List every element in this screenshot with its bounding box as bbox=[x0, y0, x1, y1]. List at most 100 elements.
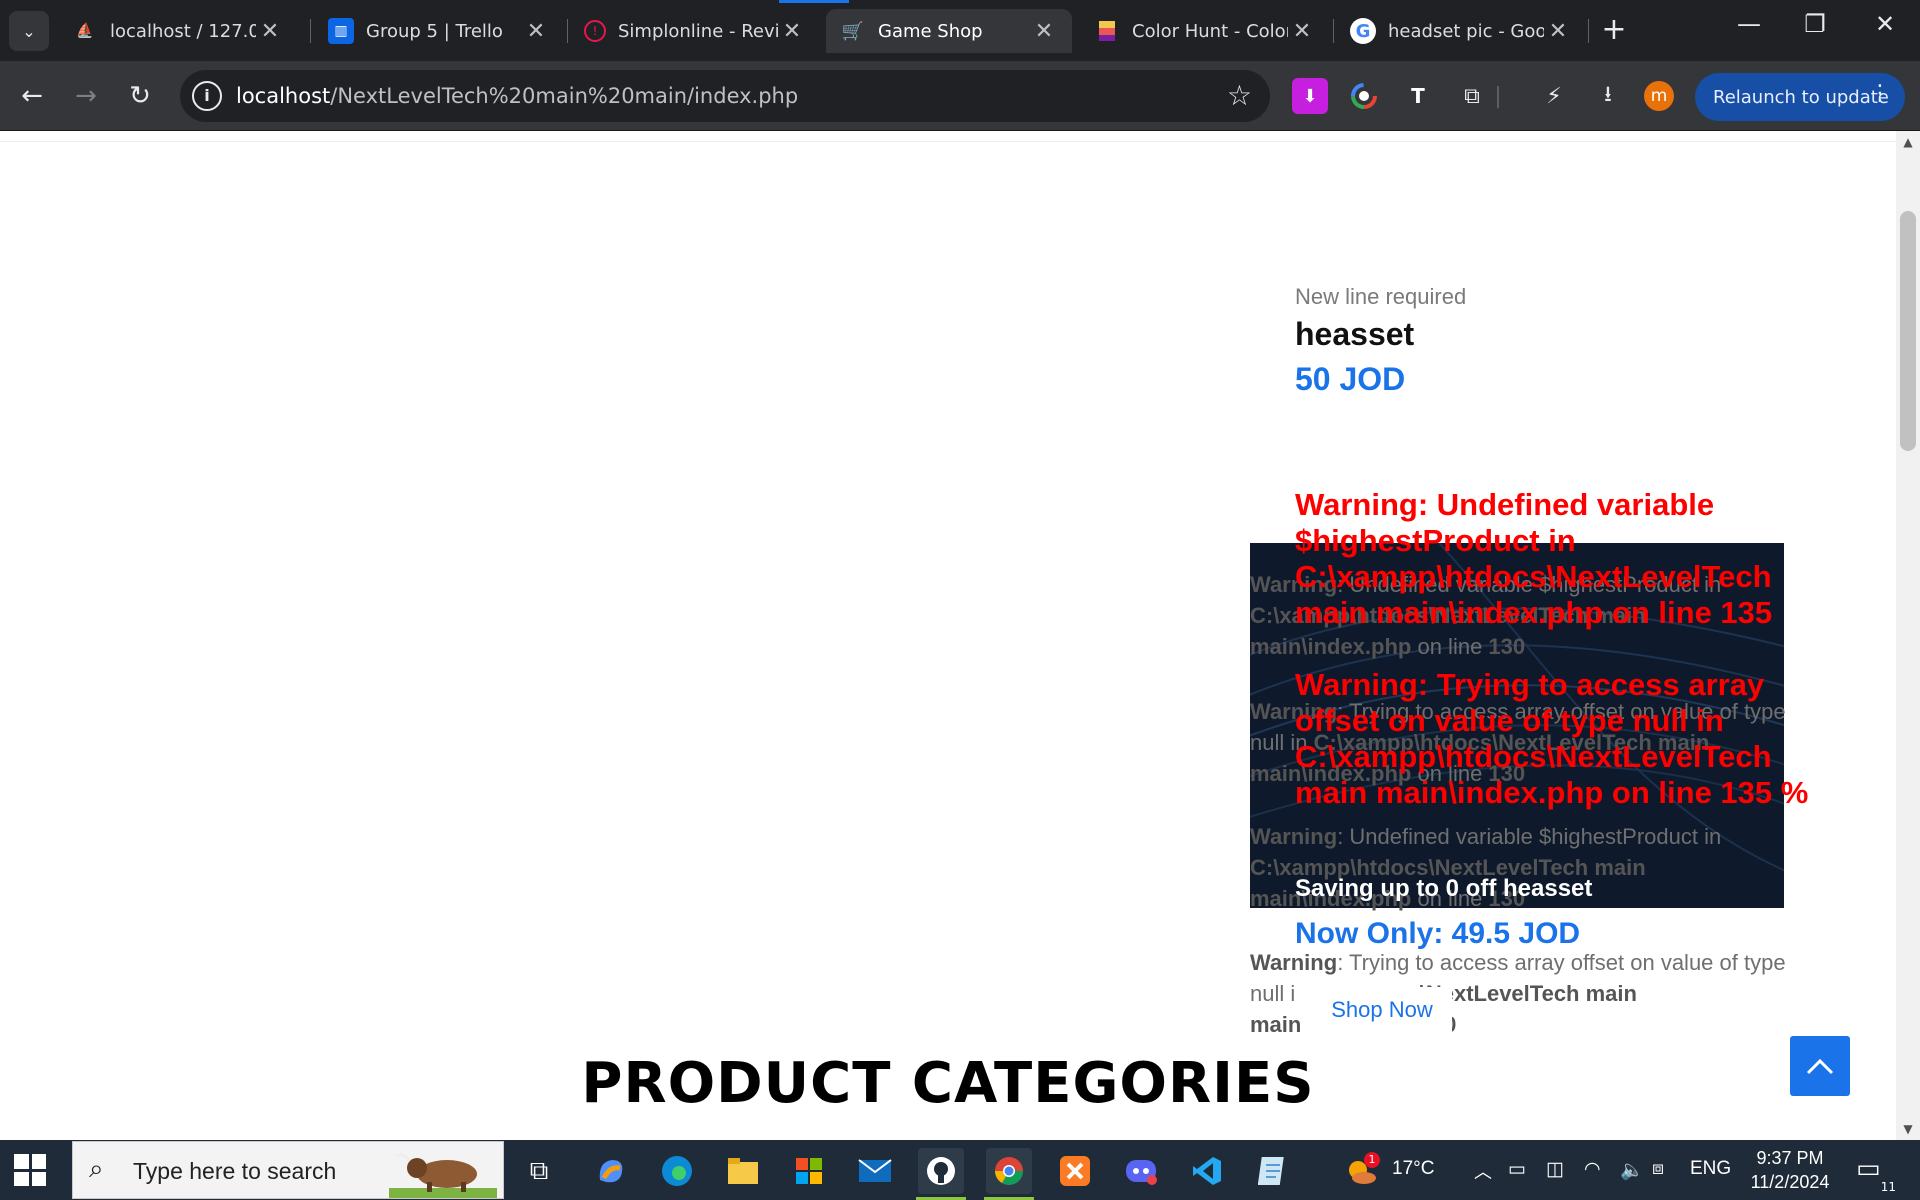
php-warning-large: Warning: Undefined variable $highestProd… bbox=[1295, 487, 1773, 630]
shop-now-button[interactable]: Shop Now bbox=[1312, 987, 1452, 1033]
microsoft-store-icon[interactable] bbox=[786, 1148, 832, 1194]
cart-icon: 🛒 bbox=[841, 20, 865, 42]
product-price: 50 JOD bbox=[1295, 361, 1406, 397]
tab-google-search[interactable]: G headset pic - Goog ✕ bbox=[1336, 9, 1586, 53]
more-menu-icon[interactable]: ⋮ bbox=[1869, 81, 1891, 106]
file-explorer-icon[interactable] bbox=[720, 1148, 766, 1194]
warning-line-number: 130 bbox=[1488, 634, 1526, 659]
loading-indicator bbox=[779, 0, 849, 3]
page-scrollbar[interactable]: ▲ ▼ bbox=[1896, 131, 1920, 1140]
address-bar[interactable]: i localhost/NextLevelTech%20main%20main/… bbox=[180, 70, 1270, 122]
tab-title: headset pic - Goog bbox=[1388, 20, 1544, 42]
product-label: New line required bbox=[1295, 284, 1467, 309]
header-divider bbox=[0, 141, 1896, 142]
edge-browser-icon[interactable] bbox=[654, 1148, 700, 1194]
warning-message: : Undefined variable $highestProduct in bbox=[1337, 824, 1722, 849]
scroll-down-arrow-icon[interactable]: ▼ bbox=[1896, 1122, 1920, 1136]
input-language[interactable]: ENG bbox=[1690, 1158, 1731, 1180]
tab-close-icon[interactable]: ✕ bbox=[256, 19, 284, 44]
url-path: /NextLevelTech%20main%20main/index.php bbox=[330, 84, 799, 108]
close-window-button[interactable]: ✕ bbox=[1860, 10, 1910, 38]
vscode-icon[interactable] bbox=[1184, 1148, 1230, 1194]
relaunch-to-update-button[interactable]: Relaunch to update ⋮ bbox=[1695, 73, 1905, 121]
tab-separator bbox=[1333, 19, 1334, 43]
php-warning-large: Warning: Trying to access array offset o… bbox=[1295, 667, 1809, 810]
tab-search-chevron-icon[interactable]: ⌄ bbox=[9, 11, 49, 51]
extensions-puzzle-icon[interactable]: ⧉ bbox=[1454, 78, 1490, 114]
notepad-icon[interactable] bbox=[1250, 1148, 1296, 1194]
scrollbar-thumb[interactable] bbox=[1900, 211, 1916, 451]
restore-button[interactable]: ❐ bbox=[1790, 10, 1840, 38]
github-desktop-icon[interactable] bbox=[918, 1148, 964, 1194]
tab-close-icon[interactable]: ✕ bbox=[1544, 19, 1572, 44]
warning-on-line: on line bbox=[1411, 634, 1489, 659]
new-tab-button[interactable]: + bbox=[1596, 12, 1632, 47]
chrome-icon[interactable] bbox=[986, 1148, 1032, 1194]
page-viewport: New line required heasset 50 JOD Warning… bbox=[0, 131, 1896, 1140]
performance-icon[interactable]: ⚡ bbox=[1536, 78, 1572, 114]
minimize-button[interactable]: — bbox=[1724, 10, 1774, 38]
tab-phpmyadmin[interactable]: ⛵ localhost / 127.0.0. ✕ bbox=[58, 9, 298, 53]
scroll-up-arrow-icon[interactable]: ▲ bbox=[1896, 135, 1920, 149]
display-icon[interactable]: ⧈ bbox=[1652, 1158, 1664, 1180]
wifi-icon[interactable]: ◠ bbox=[1584, 1158, 1601, 1181]
tab-simplonline[interactable]: ! Simplonline - Revie ✕ bbox=[570, 9, 820, 53]
discord-icon[interactable] bbox=[1118, 1148, 1164, 1194]
reload-icon[interactable]: ↻ bbox=[120, 76, 160, 116]
search-placeholder: Type here to search bbox=[133, 1158, 337, 1184]
battery-icon[interactable]: ▭ bbox=[1508, 1158, 1526, 1181]
tab-title: Game Shop bbox=[878, 20, 983, 42]
clock-time: 9:37 PM bbox=[1756, 1148, 1824, 1168]
tab-title: Color Hunt - Color bbox=[1132, 20, 1288, 42]
task-view-icon[interactable]: ⧉ bbox=[516, 1148, 562, 1194]
taskbar-search-box[interactable]: ⌕ Type here to search bbox=[72, 1141, 504, 1199]
bull-illustration-icon bbox=[389, 1153, 497, 1198]
chevron-up-icon bbox=[1806, 1058, 1834, 1075]
forward-arrow-icon[interactable]: → bbox=[66, 76, 106, 116]
weather-temperature[interactable]: 17°C bbox=[1392, 1158, 1434, 1180]
simplonline-icon: ! bbox=[584, 20, 606, 42]
meet-now-icon[interactable]: ◫ bbox=[1546, 1158, 1564, 1181]
color-picker-extension-icon[interactable] bbox=[1346, 78, 1382, 114]
back-to-top-button[interactable] bbox=[1790, 1036, 1850, 1096]
url-text[interactable]: localhost/NextLevelTech%20main%20main/in… bbox=[236, 84, 798, 108]
tab-title: Group 5 | Trello bbox=[366, 20, 503, 42]
warning-type: Warning bbox=[1250, 950, 1338, 975]
notification-center-icon[interactable]: ▭ 11 bbox=[1856, 1154, 1896, 1194]
search-icon: ⌕ bbox=[89, 1154, 104, 1184]
tab-title: localhost / 127.0.0. bbox=[110, 20, 256, 42]
show-hidden-icons-chevron-icon[interactable]: ︿ bbox=[1474, 1158, 1492, 1184]
tab-game-shop[interactable]: 🛒 Game Shop ✕ bbox=[826, 9, 1072, 53]
tab-separator bbox=[1588, 19, 1589, 43]
back-arrow-icon[interactable]: ← bbox=[12, 76, 52, 116]
system-clock[interactable]: 9:37 PM 11/2/2024 bbox=[1744, 1146, 1836, 1194]
tab-close-icon[interactable]: ✕ bbox=[1030, 19, 1058, 44]
downloads-icon[interactable]: ⭳ bbox=[1590, 78, 1626, 114]
text-extension-icon[interactable]: T bbox=[1400, 78, 1436, 114]
section-title: PRODUCT CATEGORIES bbox=[581, 1051, 1315, 1116]
trello-icon: ▥ bbox=[328, 18, 354, 44]
now-only-price: Now Only: 49.5 JOD bbox=[1295, 917, 1581, 950]
tab-separator bbox=[310, 19, 311, 43]
tab-close-icon[interactable]: ✕ bbox=[778, 19, 806, 44]
tab-close-icon[interactable]: ✕ bbox=[1288, 19, 1316, 44]
browser-tab-bar: ⌄ ⛵ localhost / 127.0.0. ✕ ▥ Group 5 | T… bbox=[0, 0, 1920, 61]
bookmark-star-icon[interactable]: ☆ bbox=[1227, 79, 1252, 112]
toolbar-divider: | bbox=[1494, 83, 1502, 109]
profile-avatar[interactable]: m bbox=[1644, 81, 1674, 111]
url-host: localhost bbox=[236, 84, 331, 108]
windows-start-icon[interactable] bbox=[14, 1154, 46, 1186]
download-extension-icon[interactable]: ⬇ bbox=[1292, 78, 1328, 114]
phpmyadmin-icon: ⛵ bbox=[76, 23, 94, 39]
mail-icon[interactable] bbox=[852, 1148, 898, 1194]
xampp-icon[interactable] bbox=[1052, 1148, 1098, 1194]
volume-icon[interactable]: 🔈 bbox=[1620, 1158, 1644, 1182]
google-icon: G bbox=[1350, 18, 1376, 44]
site-info-icon[interactable]: i bbox=[192, 81, 222, 111]
copilot-icon[interactable] bbox=[588, 1148, 634, 1194]
clock-date: 11/2/2024 bbox=[1750, 1172, 1830, 1192]
tab-trello[interactable]: ▥ Group 5 | Trello ✕ bbox=[314, 9, 564, 53]
tab-color-hunt[interactable]: Color Hunt - Color ✕ bbox=[1080, 9, 1330, 53]
tab-close-icon[interactable]: ✕ bbox=[522, 19, 550, 44]
tab-title: Simplonline - Revie bbox=[618, 20, 778, 42]
